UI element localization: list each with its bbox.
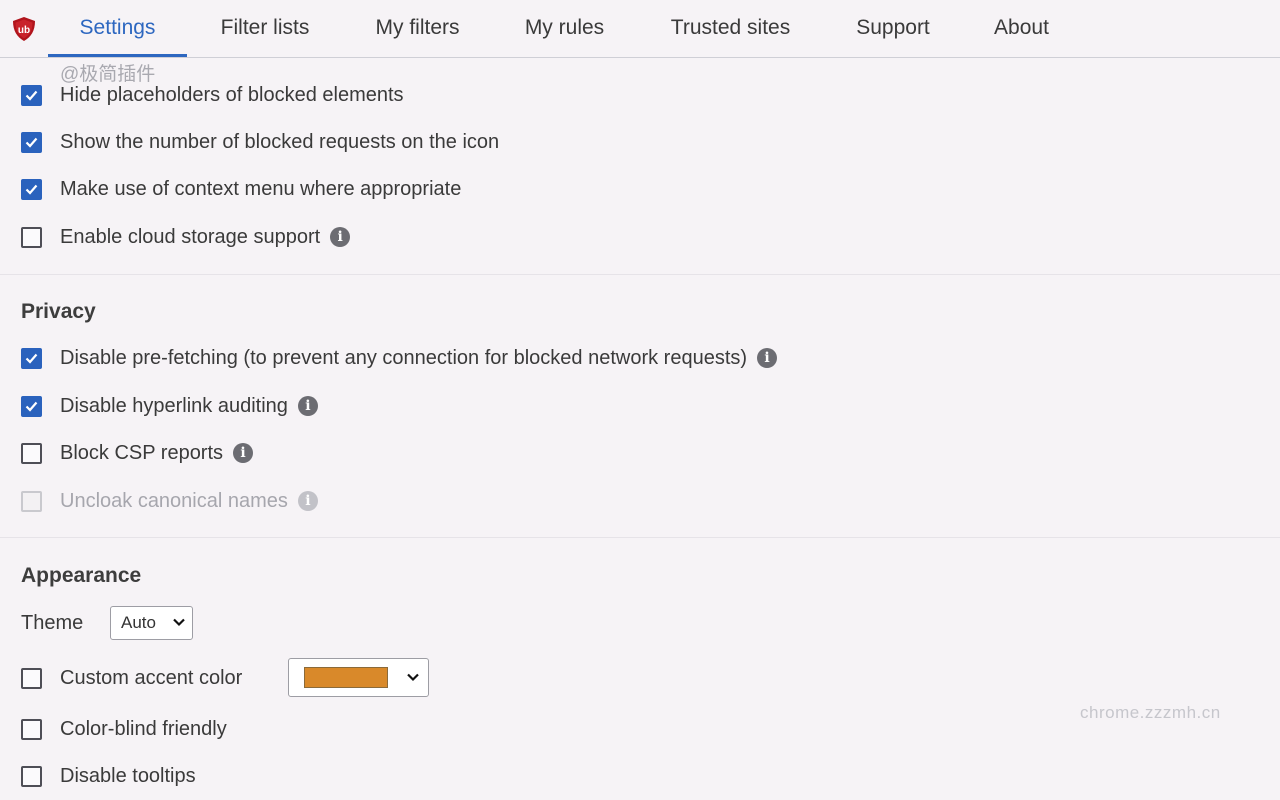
tab-settings[interactable]: Settings xyxy=(48,0,187,57)
option-color-blind-friendly[interactable]: Color-blind friendly xyxy=(21,715,227,743)
active-tab-indicator xyxy=(48,54,187,57)
chevron-down-icon xyxy=(173,618,185,627)
tab-label: Trusted sites xyxy=(670,16,791,39)
section-divider xyxy=(0,537,1280,538)
tab-label: My filters xyxy=(375,16,460,39)
check-icon xyxy=(25,90,38,101)
checkbox-checked[interactable] xyxy=(21,84,42,106)
option-label: Block CSP reports xyxy=(60,441,224,464)
check-icon xyxy=(25,401,38,412)
tab-filter-lists[interactable]: Filter lists xyxy=(203,0,327,57)
option-context-menu[interactable]: Make use of context menu where appropria… xyxy=(21,175,461,203)
option-block-csp-reports[interactable]: Block CSP reports i xyxy=(21,439,254,467)
check-icon xyxy=(25,353,38,364)
option-label: Disable tooltips xyxy=(60,764,196,787)
option-label: Hide placeholders of blocked elements xyxy=(60,83,404,106)
tab-label: About xyxy=(994,16,1049,39)
option-disable-hyperlink-auditing[interactable]: Disable hyperlink auditing i xyxy=(21,392,318,420)
option-show-blocked-count[interactable]: Show the number of blocked requests on t… xyxy=(21,128,499,156)
option-label: Make use of context menu where appropria… xyxy=(60,177,462,200)
tab-trusted-sites[interactable]: Trusted sites xyxy=(652,0,809,57)
section-title-appearance: Appearance xyxy=(21,564,142,587)
top-nav: ub Settings Filter lists My filters My r… xyxy=(0,0,1280,58)
checkbox-disabled xyxy=(21,490,42,512)
tab-about[interactable]: About xyxy=(978,0,1065,57)
info-icon[interactable]: i xyxy=(297,396,318,416)
option-disable-prefetching[interactable]: Disable pre-fetching (to prevent any con… xyxy=(21,344,778,372)
accent-color-picker[interactable] xyxy=(288,658,429,697)
accent-color-swatch xyxy=(304,667,388,688)
theme-select-value: Auto xyxy=(121,613,156,632)
theme-label: Theme xyxy=(21,612,84,634)
checkbox-checked[interactable] xyxy=(21,178,42,200)
section-divider xyxy=(0,274,1280,275)
option-label: Disable pre-fetching (to prevent any con… xyxy=(60,346,748,369)
check-icon xyxy=(25,137,38,148)
tab-label: Settings xyxy=(79,16,156,39)
option-label: Enable cloud storage support xyxy=(60,225,321,248)
option-uncloak-canonical-names: Uncloak canonical names i xyxy=(21,487,318,515)
option-label: Disable hyperlink auditing xyxy=(60,394,288,417)
checkbox-checked[interactable] xyxy=(21,347,42,369)
checkbox-unchecked[interactable] xyxy=(21,765,42,787)
checkbox-unchecked[interactable] xyxy=(21,442,42,464)
tab-label: My rules xyxy=(524,16,605,39)
option-label: Custom accent color xyxy=(60,666,243,689)
option-cloud-storage[interactable]: Enable cloud storage support i xyxy=(21,223,351,251)
option-custom-accent-color[interactable]: Custom accent color xyxy=(21,664,242,692)
theme-select[interactable]: Auto xyxy=(110,606,193,640)
checkbox-unchecked[interactable] xyxy=(21,718,42,740)
tab-my-rules[interactable]: My rules xyxy=(509,0,620,57)
tab-support[interactable]: Support xyxy=(840,0,946,57)
chevron-down-icon xyxy=(407,673,419,682)
option-disable-tooltips[interactable]: Disable tooltips xyxy=(21,762,196,790)
tab-label: Support xyxy=(856,16,930,39)
section-title-privacy: Privacy xyxy=(21,300,96,323)
info-icon[interactable]: i xyxy=(757,348,778,368)
info-icon[interactable]: i xyxy=(233,443,254,463)
checkbox-unchecked[interactable] xyxy=(21,667,42,689)
option-hide-placeholders[interactable]: Hide placeholders of blocked elements xyxy=(21,81,404,109)
checkbox-checked[interactable] xyxy=(21,131,42,153)
checkbox-checked[interactable] xyxy=(21,395,42,417)
checkbox-unchecked[interactable] xyxy=(21,226,42,248)
watermark-text: chrome.zzzmh.cn xyxy=(1080,703,1221,722)
svg-text:ub: ub xyxy=(18,25,30,36)
tab-my-filters[interactable]: My filters xyxy=(357,0,478,57)
info-icon[interactable]: i xyxy=(330,227,351,247)
tab-label: Filter lists xyxy=(220,16,310,39)
info-icon[interactable]: i xyxy=(297,491,318,511)
ublock-shield-icon[interactable]: ub xyxy=(11,16,37,42)
option-label: Uncloak canonical names xyxy=(60,489,288,512)
option-label: Show the number of blocked requests on t… xyxy=(60,130,500,153)
check-icon xyxy=(25,184,38,195)
option-label: Color-blind friendly xyxy=(60,717,227,740)
